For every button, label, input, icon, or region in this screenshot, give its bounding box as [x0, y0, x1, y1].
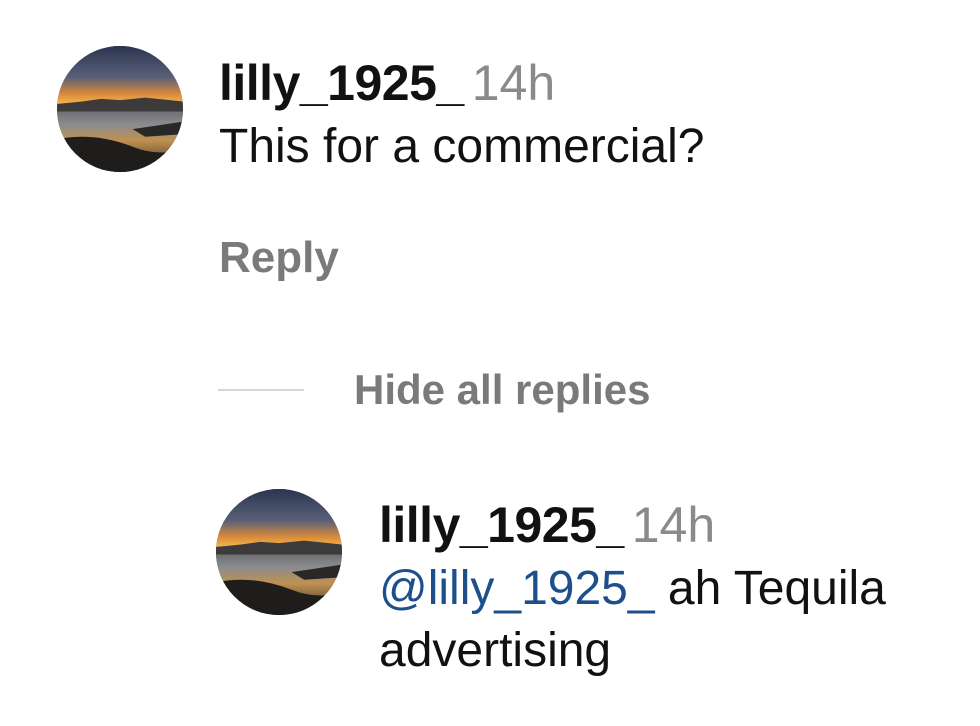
- comment-timestamp: 14h: [471, 55, 556, 111]
- avatar[interactable]: [57, 46, 183, 172]
- reply-username[interactable]: lilly_1925_: [379, 497, 624, 553]
- comment: lilly_1925_ 14h This for a commercial?: [219, 52, 939, 178]
- sunset-landscape-avatar-icon: [57, 46, 183, 172]
- hide-replies-row: Hide all replies: [218, 360, 650, 420]
- reply-button[interactable]: Reply: [219, 228, 339, 288]
- hide-all-replies-button[interactable]: Hide all replies: [354, 366, 650, 414]
- reply-text: @lilly_1925_ ah Tequila advertising: [379, 558, 969, 682]
- comment-text: This for a commercial?: [219, 120, 705, 173]
- avatar[interactable]: [216, 489, 342, 615]
- reply-timestamp: 14h: [631, 497, 716, 553]
- divider-line: [218, 389, 304, 391]
- reply-text-line2: advertising: [379, 624, 612, 677]
- reply-header: lilly_1925_ 14h: [379, 494, 969, 556]
- sunset-landscape-avatar-icon: [216, 489, 342, 615]
- reply-text-line1: ah Tequila: [654, 562, 886, 615]
- mention-link[interactable]: @lilly_1925_: [379, 562, 655, 615]
- comment-header: lilly_1925_ 14h: [219, 52, 939, 114]
- comments-thread: lilly_1925_ 14h This for a commercial? Re…: [0, 0, 980, 726]
- reply-comment: lilly_1925_ 14h @lilly_1925_ ah Tequila a…: [379, 494, 969, 682]
- comment-username[interactable]: lilly_1925_: [219, 55, 464, 111]
